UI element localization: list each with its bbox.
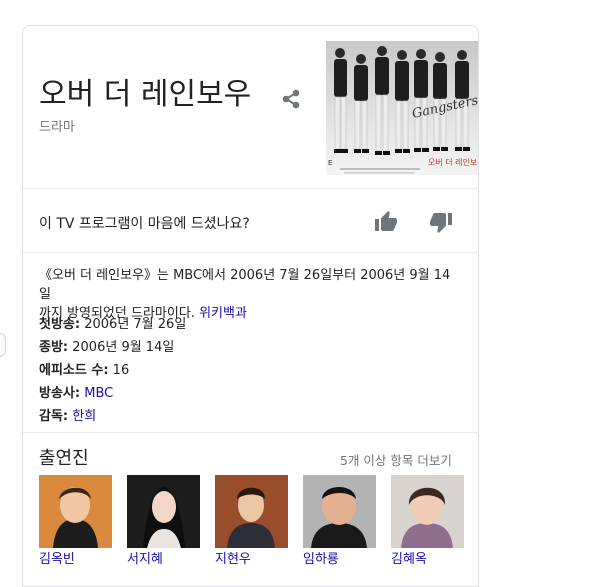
share-icon[interactable] bbox=[281, 88, 301, 110]
fact-first-aired: 첫방송: 2006년 7월 26일 bbox=[39, 313, 186, 332]
cast-photo-3[interactable] bbox=[215, 475, 288, 548]
network-link[interactable]: MBC bbox=[84, 386, 113, 401]
feedback-divider bbox=[23, 252, 478, 253]
fact-final-aired: 종방: 2006년 9월 14일 bbox=[39, 336, 174, 355]
director-link[interactable]: 한희 bbox=[72, 409, 96, 424]
description-line-1: 《오버 더 레인보우》는 MBC에서 2006년 7월 26일부터 2006년 … bbox=[39, 268, 451, 302]
fact-label: 방송사: bbox=[39, 386, 81, 401]
fact-value: 2006년 7월 26일 bbox=[84, 317, 187, 332]
header-divider bbox=[23, 188, 478, 189]
cast-name-5[interactable]: 김혜옥 bbox=[391, 548, 427, 567]
subtitle: 드라마 bbox=[39, 120, 75, 135]
fact-network: 방송사: MBC bbox=[39, 382, 113, 401]
fact-value: 16 bbox=[112, 363, 130, 378]
knowledge-panel: 오버 더 레인보우 드라마 Gangsters 오버 더 레인보 E 이 TV … bbox=[22, 25, 479, 587]
fact-label: 종방: bbox=[39, 340, 69, 355]
thumbs-down-icon[interactable] bbox=[429, 210, 453, 234]
fact-label: 첫방송: bbox=[39, 317, 81, 332]
fact-episodes: 에피소드 수: 16 bbox=[39, 359, 129, 378]
cast-more-link[interactable]: 5개 이상 항목 더보기 bbox=[340, 450, 452, 469]
drama-poster-image[interactable]: Gangsters 오버 더 레인보우 E bbox=[326, 41, 478, 175]
cast-photo-5[interactable] bbox=[391, 475, 464, 548]
cast-section-title: 출연진 bbox=[39, 448, 89, 469]
wikipedia-link[interactable]: 위키백과 bbox=[199, 306, 247, 321]
fact-label: 에피소드 수: bbox=[39, 363, 109, 378]
feedback-question: 이 TV 프로그램이 마음에 드셨나요? bbox=[39, 216, 250, 232]
fact-director: 감독: 한희 bbox=[39, 405, 96, 424]
cast-divider bbox=[23, 432, 478, 433]
thumbs-up-icon[interactable] bbox=[374, 210, 398, 234]
cast-name-1[interactable]: 김옥빈 bbox=[39, 548, 75, 567]
cast-photo-4[interactable] bbox=[303, 475, 376, 548]
cast-name-4[interactable]: 임하룡 bbox=[303, 548, 339, 567]
poster-logo-text: 오버 더 레인보우 bbox=[428, 157, 478, 167]
poster-corner-mark: E bbox=[328, 159, 332, 167]
page-title: 오버 더 레인보우 bbox=[39, 77, 252, 112]
cast-name-3[interactable]: 지현우 bbox=[215, 548, 251, 567]
cast-name-2[interactable]: 서지혜 bbox=[127, 548, 163, 567]
cast-photo-2[interactable] bbox=[127, 475, 200, 548]
panel-header: 오버 더 레인보우 드라마 Gangsters 오버 더 레인보 E bbox=[23, 26, 478, 188]
page-edge-handle bbox=[0, 333, 6, 357]
fact-value: 2006년 9월 14일 bbox=[72, 340, 175, 355]
fact-label: 감독: bbox=[39, 409, 69, 424]
cast-photo-1[interactable] bbox=[39, 475, 112, 548]
